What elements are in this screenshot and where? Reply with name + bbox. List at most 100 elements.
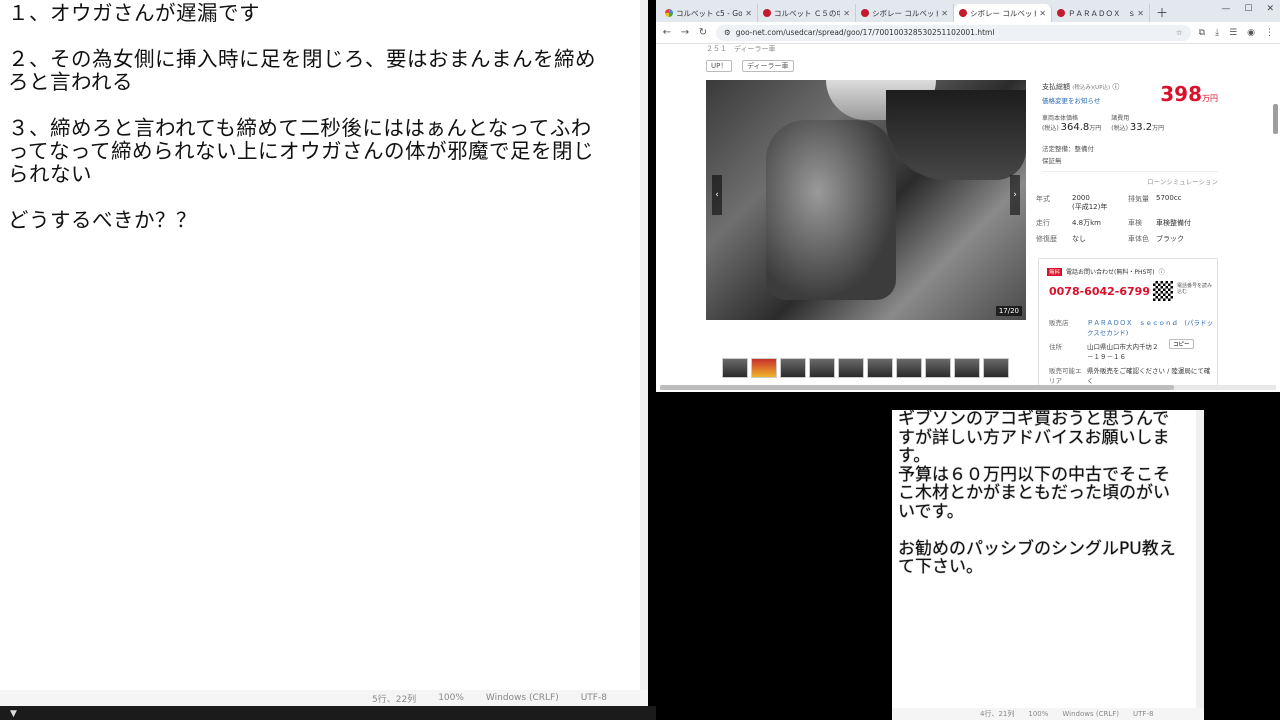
body-price-value: 364.8 [1060, 122, 1090, 133]
address-bar[interactable]: ⚙ goo-net.com/usedcar/spread/goo/17/7001… [716, 24, 1191, 41]
price-unit: 万円 [1089, 125, 1102, 132]
help-icon[interactable]: ⓘ [1112, 83, 1119, 91]
copy-button[interactable]: コピー [1169, 339, 1194, 349]
tab-goonet-list[interactable]: コルベット Ｃ５の中古車 ✕ [758, 4, 856, 22]
tab-google-search[interactable]: コルベット c5 - Google 検索 ✕ [660, 4, 758, 22]
thumbnail[interactable] [896, 358, 922, 378]
tab-label: シボレー コルベット [872, 8, 939, 18]
help-icon[interactable]: ⓘ [1159, 267, 1165, 276]
horizontal-scrollbar[interactable] [660, 385, 1276, 390]
text-line [8, 186, 644, 209]
tax-note: (税込) [1111, 125, 1128, 132]
extensions-icon[interactable]: ⧉ [1199, 28, 1205, 38]
total-price: 398万円 [1160, 82, 1218, 106]
vertical-scrollbar[interactable] [1273, 104, 1278, 134]
notepad-right-window[interactable]: ギブソンのアコギ買おうと思うんで すが詳しい方アドバイスお願いしま す。 予算は… [892, 410, 1204, 720]
thumbnail[interactable] [809, 358, 835, 378]
close-icon[interactable]: ✕ [1039, 9, 1046, 18]
text-line [8, 94, 644, 117]
loan-simulation-link[interactable]: ローンシミュレーション [1042, 171, 1218, 186]
tab-goonet-corvette-active[interactable]: シボレー コルベット ✕ [954, 4, 1052, 22]
thumbnail[interactable] [925, 358, 951, 378]
profile-icon[interactable]: ◉ [1247, 28, 1255, 38]
tax-note: (税込) [1042, 125, 1059, 132]
spec-key: 走行 [1036, 219, 1050, 227]
bookmark-star-icon[interactable]: ☆ [1176, 28, 1183, 37]
vertical-scrollbar[interactable] [640, 0, 648, 690]
thumbnail[interactable] [838, 358, 864, 378]
back-icon[interactable]: ← [662, 27, 672, 38]
reload-icon[interactable]: ↻ [698, 27, 708, 38]
thumbnail[interactable] [954, 358, 980, 378]
chevron-down-icon[interactable]: ▼ [10, 709, 17, 719]
status-bar: 4行、21列 100% Windows (CRLF) UTF-8 [892, 708, 1204, 720]
text-line [8, 25, 644, 48]
notepad-right-textarea[interactable]: ギブソンのアコギ買おうと思うんで すが詳しい方アドバイスお願いしま す。 予算は… [898, 410, 1190, 577]
encoding: UTF-8 [580, 693, 607, 703]
thumbnail-strip [722, 358, 1009, 378]
spec-value: 車検整備付 [1156, 219, 1191, 227]
dealer-phone[interactable]: 0078-6042-6799 [1049, 285, 1150, 298]
scroll-thumb[interactable] [660, 385, 1174, 390]
downloads-icon[interactable]: ⤓ [1215, 28, 1219, 38]
screen: １、オウガさんが遅漏です ２、その為女側に挿入時に足を閉じろ、要はおまんまんを締… [0, 0, 1280, 720]
new-tab-button[interactable]: ＋ [1150, 4, 1174, 22]
dealer-phone-header: 無料 電話お問い合わせ(無料・PHS可) ⓘ [1039, 259, 1217, 276]
notepad-left-window[interactable]: １、オウガさんが遅漏です ２、その為女側に挿入時に足を閉じろ、要はおまんまんを締… [0, 0, 648, 706]
text-line: て下さい。 [898, 557, 983, 577]
close-icon[interactable]: ✕ [745, 9, 752, 18]
text-line [898, 521, 1190, 540]
status-bar: 5行、22列 100% Windows (CRLF) UTF-8 [0, 690, 648, 706]
shop-label: 販売店 [1049, 319, 1069, 327]
fee-value: 33.2 [1129, 122, 1153, 133]
thumbnail[interactable] [983, 358, 1009, 378]
spec-value: なし [1072, 235, 1086, 243]
close-icon[interactable]: ✕ [941, 9, 948, 18]
encoding: UTF-8 [1133, 710, 1154, 718]
thumbnail[interactable] [751, 358, 777, 378]
reading-list-icon[interactable]: ☰ [1229, 28, 1237, 38]
close-icon[interactable]: ✕ [1266, 4, 1274, 14]
price-breakdown: 車両本体価格 (税込) 364.8万円 諸費用 (税込) 33.2万円 [1042, 113, 1218, 133]
spec-value: 4.8万km [1072, 219, 1102, 227]
spec-key: 車体色 [1128, 235, 1149, 243]
url-text: goo-net.com/usedcar/spread/goo/17/700100… [735, 28, 995, 37]
spec-key: 年式 [1036, 195, 1050, 203]
thumbnail[interactable] [722, 358, 748, 378]
maximize-icon[interactable]: ☐ [1244, 4, 1252, 14]
address-label: 住所 [1049, 343, 1062, 351]
close-icon[interactable]: ✕ [843, 9, 850, 18]
photo-dashboard [886, 90, 1026, 180]
car-interior-photo[interactable]: ‹ › 17/20 [706, 80, 1026, 320]
thumbnail[interactable] [867, 358, 893, 378]
dealer-car-chip[interactable]: ディーラー車 [742, 60, 794, 72]
notepad-left-textarea[interactable]: １、オウガさんが遅漏です ２、その為女側に挿入時に足を閉じろ、要はおまんまんを締… [8, 2, 644, 232]
tab-paradox[interactable]: ＰＡＲＡＤＯＸ ｓ ✕ [1052, 4, 1150, 22]
tab-goonet-corvette[interactable]: シボレー コルベット ✕ [856, 4, 954, 22]
phone-label: 電話お問い合わせ(無料・PHS可) [1066, 269, 1155, 276]
text-line: す。 [898, 446, 931, 466]
close-icon[interactable]: ✕ [1137, 9, 1144, 18]
shop-link[interactable]: ＰＡＲＡＤＯＸ ｓｅｃｏｎｄ (パラドックスセカンド) [1087, 317, 1215, 337]
goonet-icon [959, 9, 967, 17]
zoom-level: 100% [1028, 710, 1049, 718]
more-menu-icon[interactable]: ⋮ [1265, 28, 1274, 38]
free-badge: 無料 [1047, 267, 1063, 276]
photo-next-icon[interactable]: › [1010, 175, 1020, 215]
toolbar-icons: ⧉ ⤓ ☰ ◉ ⋮ [1199, 28, 1274, 38]
browser-window: コルベット c5 - Google 検索 ✕ コルベット Ｃ５の中古車 ✕ シボ… [656, 0, 1280, 392]
body-price-label: 車両本体価格 [1042, 115, 1079, 122]
site-info-icon[interactable]: ⚙ [724, 28, 731, 37]
vertical-scrollbar[interactable] [1196, 410, 1204, 710]
text-line: すが詳しい方アドバイスお願いしま [898, 427, 1170, 448]
cursor-position: 5行、22列 [372, 694, 417, 705]
qr-code-icon [1153, 281, 1173, 301]
forward-icon[interactable]: → [680, 27, 690, 38]
thumbnail[interactable] [780, 358, 806, 378]
cursor-position: 4行、21列 [980, 710, 1015, 718]
dealer-info: 販売店 ＰＡＲＡＤＯＸ ｓｅｃｏｎｄ (パラドックスセカンド) 住所 山口県山口… [1049, 317, 1215, 385]
line-ending: Windows (CRLF) [485, 693, 559, 703]
up-chip[interactable]: UP！ [706, 60, 733, 72]
photo-prev-icon[interactable]: ‹ [712, 175, 722, 215]
minimize-icon[interactable]: — [1221, 4, 1230, 14]
